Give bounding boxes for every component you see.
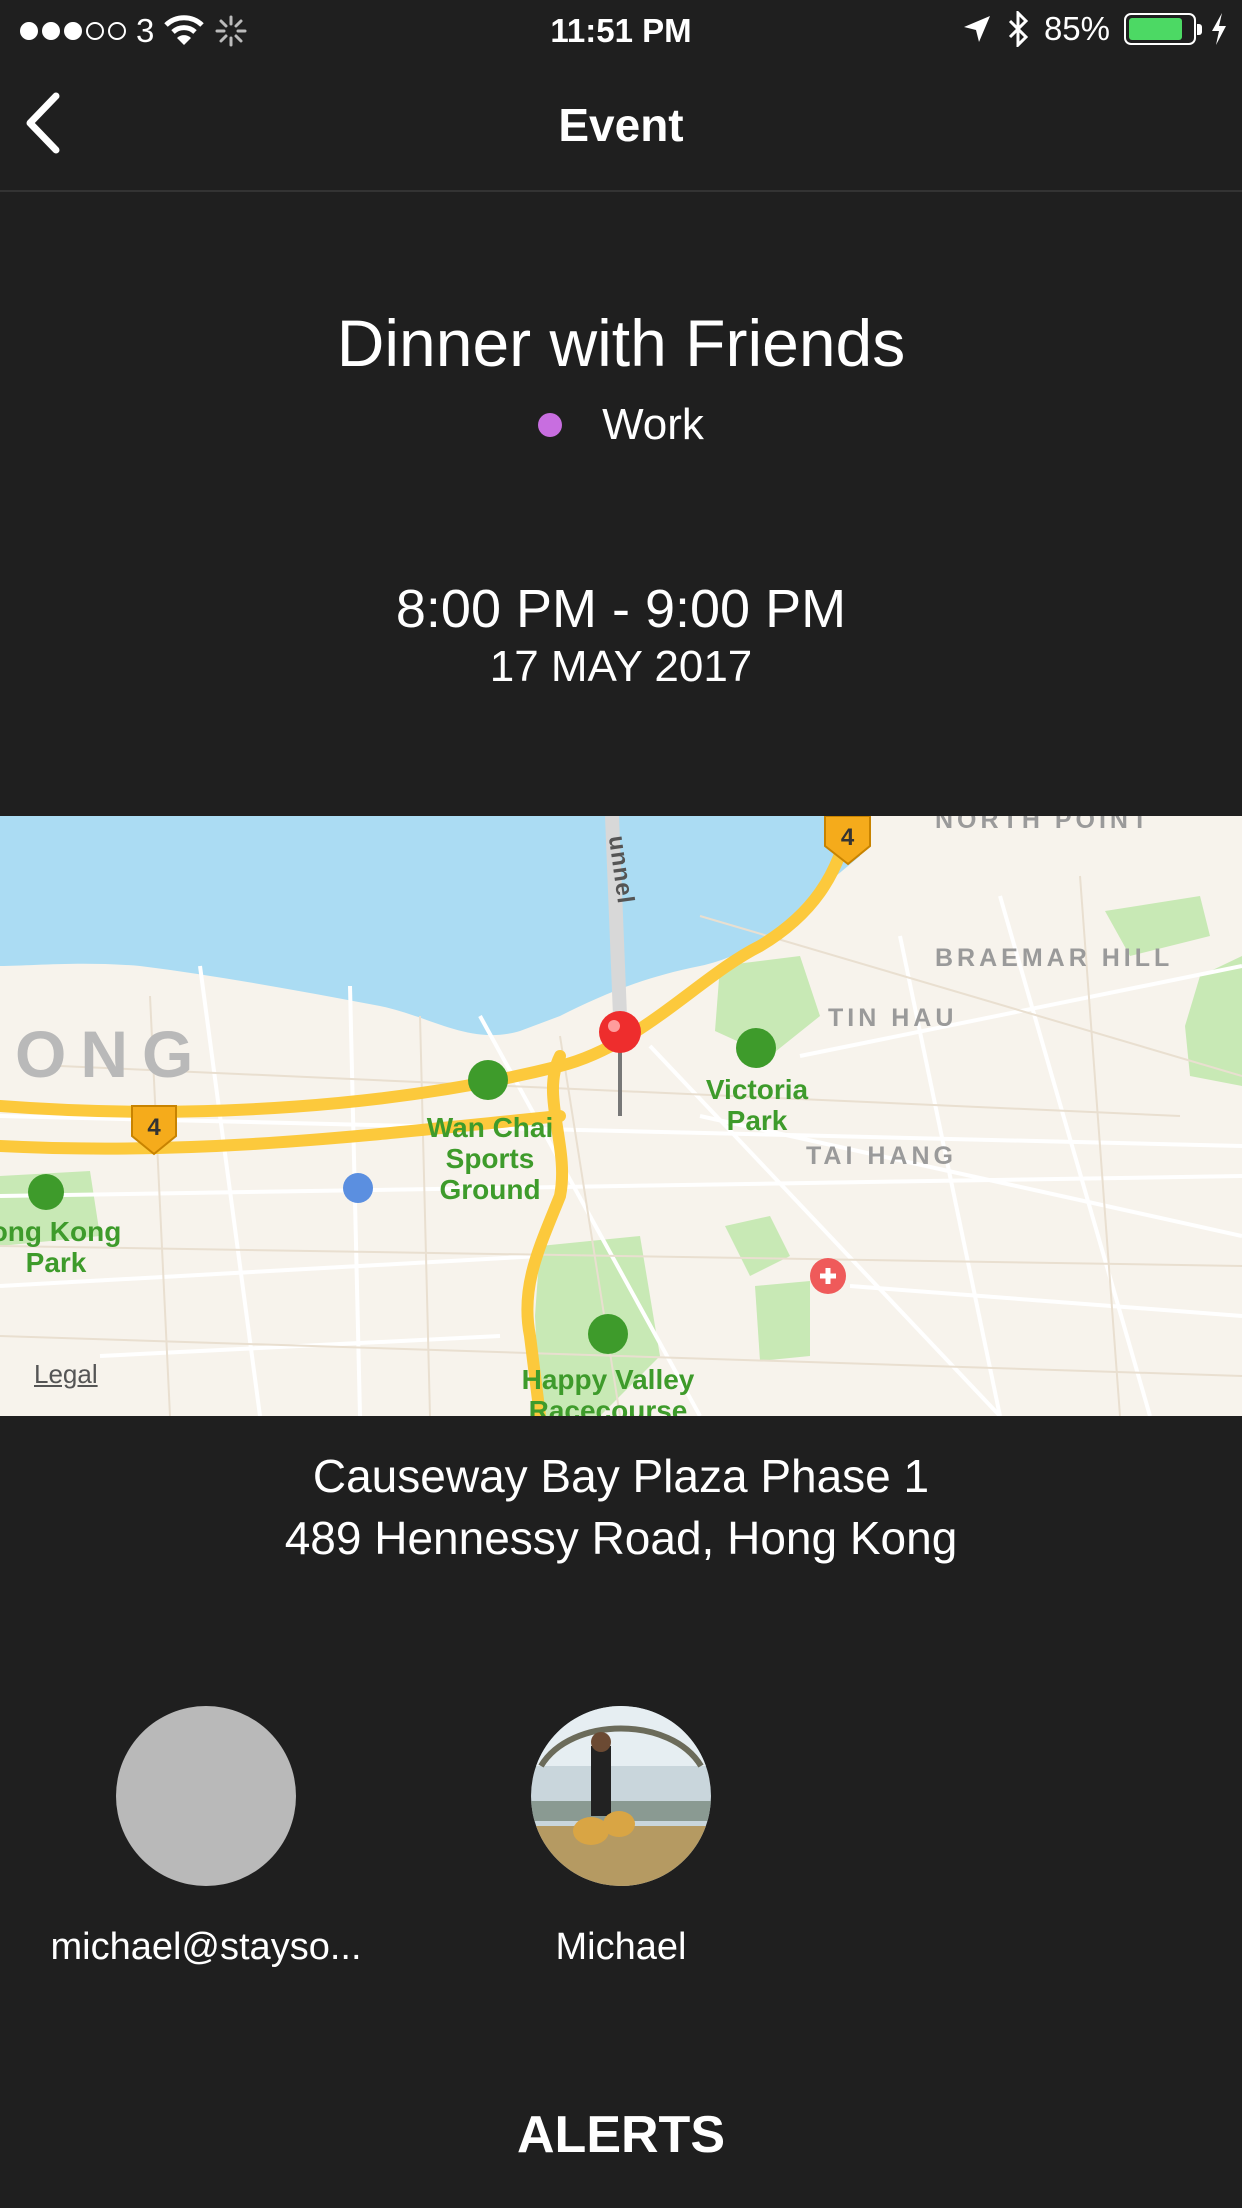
event-title: Dinner with Friends [336, 306, 906, 380]
battery-icon [1124, 13, 1202, 45]
map-label-happyvalley: Happy Valley Racecourse [521, 1364, 695, 1416]
battery-fill [1129, 18, 1182, 40]
attendee-name: michael@stayso... [50, 1926, 362, 1968]
nav-bar: Event [0, 60, 1242, 192]
calendar-row: Work [0, 400, 1242, 450]
battery-percent: 85% [1043, 10, 1110, 47]
charging-bolt-icon [1212, 13, 1226, 45]
event-time-range: 8:00 PM - 9:00 PM [395, 579, 847, 639]
avatar-placeholder [116, 1706, 296, 1886]
attendee-item[interactable]: Michael [421, 1706, 821, 1969]
status-right: 85% [962, 10, 1228, 48]
address-line-1: Causeway Bay Plaza Phase 1 [312, 1450, 930, 1502]
attendee-name: Michael [555, 1926, 687, 1968]
map-label-ong: ONG [15, 1017, 208, 1091]
attendee-item[interactable]: michael@stayso... [6, 1706, 406, 1969]
map-label-tinhau: TIN HAU [828, 1004, 958, 1032]
map-label-hkpark: ong Kong Park [0, 1216, 122, 1278]
event-date: 17 MAY 2017 [489, 642, 753, 691]
event-address: Causeway Bay Plaza Phase 1 489 Hennessy … [0, 1445, 1242, 1569]
bluetooth-icon [1008, 11, 1029, 47]
alerts-heading: ALERTS [517, 2106, 725, 2164]
map-label-wanchai: Wan Chai Sports Ground [426, 1112, 554, 1205]
location-map[interactable]: BRAEMAR HILL TIN HAU TAI HANG NORTH POIN… [0, 816, 1242, 1416]
status-bar: 3 11:51 PM 85% [0, 0, 1242, 60]
calendar-name: Work [602, 400, 704, 449]
calendar-color-dot [538, 413, 563, 437]
map-canvas [0, 816, 1242, 1416]
park-small [725, 1216, 790, 1276]
avatar-photo [531, 1706, 711, 1886]
map-label-braemar: BRAEMAR HILL [935, 944, 1174, 972]
map-label-taihang: TAI HANG [806, 1142, 957, 1170]
route-badge-label-left: 4 [147, 1114, 161, 1141]
map-label-northpoint: NORTH POINT [935, 816, 1152, 834]
park-small-2 [755, 1281, 810, 1361]
route-badge-label-top: 4 [840, 824, 855, 851]
map-label-victoria: Victoria Park [705, 1074, 809, 1136]
map-legal-link[interactable]: Legal [34, 1359, 98, 1390]
address-line-2: 489 Hennessy Road, Hong Kong [284, 1512, 958, 1564]
location-arrow-icon [963, 16, 990, 42]
nav-title: Event [558, 99, 684, 151]
